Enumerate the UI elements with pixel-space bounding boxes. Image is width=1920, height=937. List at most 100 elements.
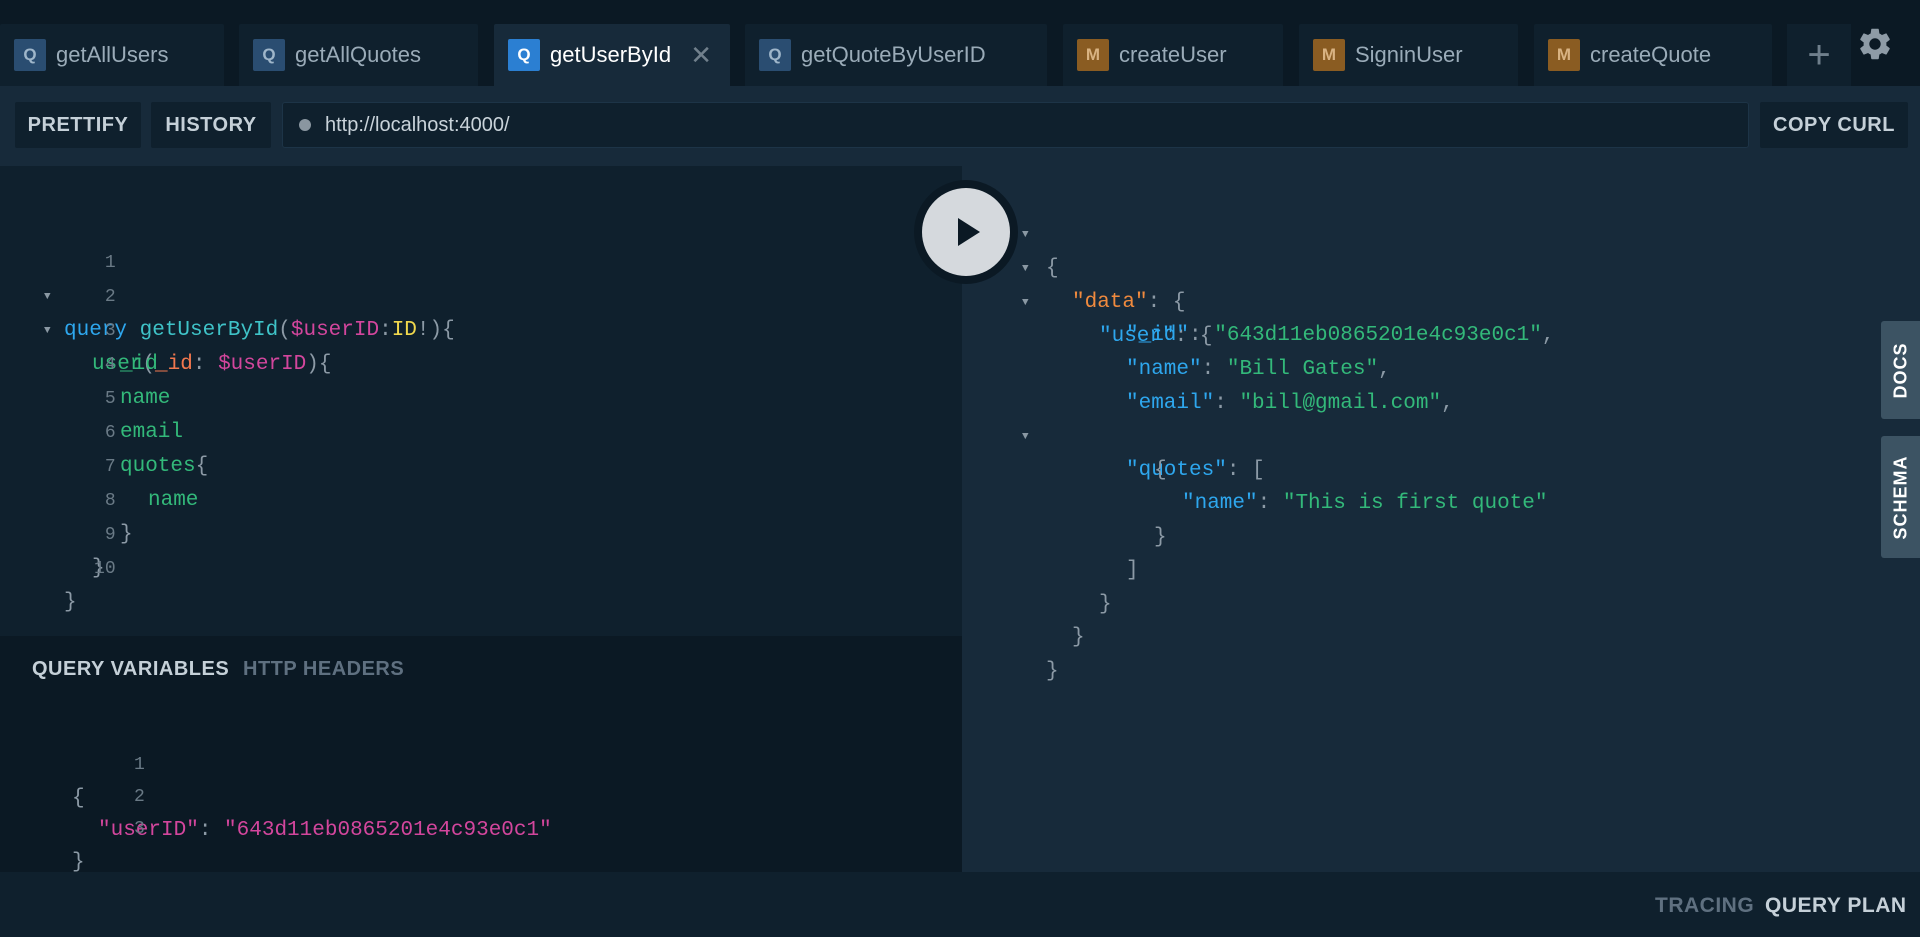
editor-line: 8 } — [0, 450, 133, 546]
tab-getquotebyuserid[interactable]: Q getQuoteByUserID — [745, 24, 1047, 86]
result-text: } — [1154, 526, 1167, 549]
tab-getuserbyid[interactable]: Q getUserById ✕ — [494, 24, 730, 86]
footer-bar: TRACING QUERY PLAN — [0, 872, 1920, 937]
copy-curl-button[interactable]: COPY CURL — [1760, 102, 1908, 148]
mutation-badge: M — [1313, 39, 1345, 71]
editor-line: 10 } — [0, 518, 116, 614]
query-badge: Q — [14, 39, 46, 71]
result-line: { — [962, 420, 1167, 482]
result-line: ▼ "quotes": [ — [962, 386, 1265, 482]
result-text: { — [1046, 257, 1059, 280]
editor-line: 7 name — [0, 416, 199, 512]
result-text: } — [1099, 593, 1112, 616]
close-icon[interactable]: ✕ — [690, 42, 712, 68]
line-number: 2 — [134, 787, 145, 807]
tab-label: getAllUsers — [56, 42, 169, 67]
query-badge: Q — [253, 39, 285, 71]
mutation-badge: M — [1548, 39, 1580, 71]
prettify-button[interactable]: PRETTIFY — [15, 102, 141, 148]
code-text: } — [64, 591, 77, 614]
line-number: 3 — [104, 321, 116, 341]
run-button-face — [922, 188, 1010, 276]
result-text: "data": { — [1072, 291, 1186, 314]
line-number: 1 — [104, 253, 116, 273]
tab-label: SigninUser — [1355, 42, 1463, 67]
play-icon — [958, 218, 980, 246]
result-line: } — [962, 487, 1167, 549]
tab-getallquotes[interactable]: Q getAllQuotes — [239, 24, 478, 86]
history-button[interactable]: HISTORY — [151, 102, 271, 148]
result-line: } — [962, 554, 1112, 616]
result-text: ] — [1126, 559, 1139, 582]
tab-label: createQuote — [1590, 42, 1712, 67]
status-dot-icon — [299, 119, 311, 131]
query-plan-tab[interactable]: QUERY PLAN — [1765, 894, 1907, 918]
result-line: "_id": "643d11eb0865201e4c93e0c1", — [962, 285, 1555, 347]
docs-tab[interactable]: DOCS — [1881, 321, 1920, 419]
editor-line: 2 ▼ user(_id: $userID){ — [0, 246, 332, 376]
tab-label: createUser — [1119, 42, 1227, 67]
endpoint-url-text: http://localhost:4000/ — [325, 113, 510, 136]
add-tab-button[interactable]: + — [1787, 24, 1851, 86]
editor-line: 4 name — [0, 314, 171, 410]
variables-line: 1 { — [0, 714, 145, 810]
result-text: "_id": "643d11eb0865201e4c93e0c1", — [1126, 324, 1555, 347]
result-line: } — [962, 587, 1085, 649]
graphql-playground: Q getAllUsers Q getAllQuotes Q getUserBy… — [0, 0, 1920, 937]
line-number: 9 — [104, 525, 116, 545]
code-text: "userID": "643d11eb0865201e4c93e0c1" — [98, 819, 552, 842]
line-number: 2 — [104, 287, 116, 307]
tab-getallusers[interactable]: Q getAllUsers — [0, 24, 224, 86]
tab-createuser[interactable]: M createUser — [1063, 24, 1283, 86]
schema-tab-label: SCHEMA — [1890, 454, 1911, 540]
line-number: 1 — [134, 755, 145, 775]
tab-query-variables[interactable]: QUERY VARIABLES — [32, 658, 229, 681]
result-line: ] — [962, 520, 1139, 582]
tab-createquote[interactable]: M createQuote — [1534, 24, 1772, 86]
result-text: "quotes": [ — [1126, 459, 1265, 482]
mutation-badge: M — [1077, 39, 1109, 71]
result-panel: ▼ { ▼ "data": { ▼ "user": { "_id": "643d… — [962, 166, 1920, 872]
line-number: 3 — [134, 819, 145, 839]
endpoint-url-input[interactable]: http://localhost:4000/ — [282, 102, 1749, 148]
tab-signinuser[interactable]: M SigninUser — [1299, 24, 1518, 86]
code-text: email — [120, 421, 184, 444]
code-text: _id — [120, 353, 158, 376]
result-line: "email": "bill@gmail.com", — [962, 353, 1454, 415]
docs-tab-label: DOCS — [1890, 341, 1911, 399]
run-query-button[interactable] — [914, 180, 1018, 284]
tracing-tab[interactable]: TRACING — [1655, 894, 1754, 918]
line-number: 8 — [104, 491, 116, 511]
editor-line: 9 } — [0, 484, 116, 580]
tab-label: getQuoteByUserID — [801, 42, 986, 67]
line-number: 5 — [104, 389, 116, 409]
query-editor[interactable]: 1 ▼ query getUserById($userID:ID!){ 2 ▼ … — [0, 166, 962, 636]
query-badge: Q — [759, 39, 791, 71]
result-text: } — [1072, 626, 1085, 649]
query-badge: Q — [508, 39, 540, 71]
editor-line: 6 quotes{ — [0, 382, 208, 478]
code-text: query getUserById($userID:ID!){ — [64, 319, 455, 342]
tab-bar: Q getAllUsers Q getAllQuotes Q getUserBy… — [0, 0, 1920, 86]
result-text: "name": "Bill Gates", — [1126, 358, 1391, 381]
editor-line: 5 email — [0, 348, 183, 444]
code-text: quotes{ — [120, 455, 209, 478]
tab-http-headers[interactable]: HTTP HEADERS — [243, 658, 404, 681]
code-text: } — [120, 523, 133, 546]
result-text: { — [1154, 459, 1167, 482]
line-number: 7 — [104, 457, 116, 477]
result-line: "name": "This is first quote" — [962, 453, 1548, 515]
result-text: "email": "bill@gmail.com", — [1126, 392, 1454, 415]
result-text: "name": "This is first quote" — [1182, 492, 1548, 515]
result-line: } — [962, 621, 1059, 683]
editor-line: 1 ▼ query getUserById($userID:ID!){ — [0, 212, 455, 342]
result-line: "name": "Bill Gates", — [962, 319, 1391, 381]
tab-label: getUserById — [550, 42, 672, 67]
editor-line: 3 _id — [0, 280, 158, 376]
code-text: name — [120, 387, 171, 410]
toolbar: PRETTIFY HISTORY http://localhost:4000/ … — [0, 86, 1920, 166]
schema-tab[interactable]: SCHEMA — [1881, 436, 1920, 558]
line-number: 4 — [104, 355, 116, 375]
gear-icon[interactable] — [1856, 25, 1894, 63]
variables-line: 3 } — [0, 778, 145, 874]
